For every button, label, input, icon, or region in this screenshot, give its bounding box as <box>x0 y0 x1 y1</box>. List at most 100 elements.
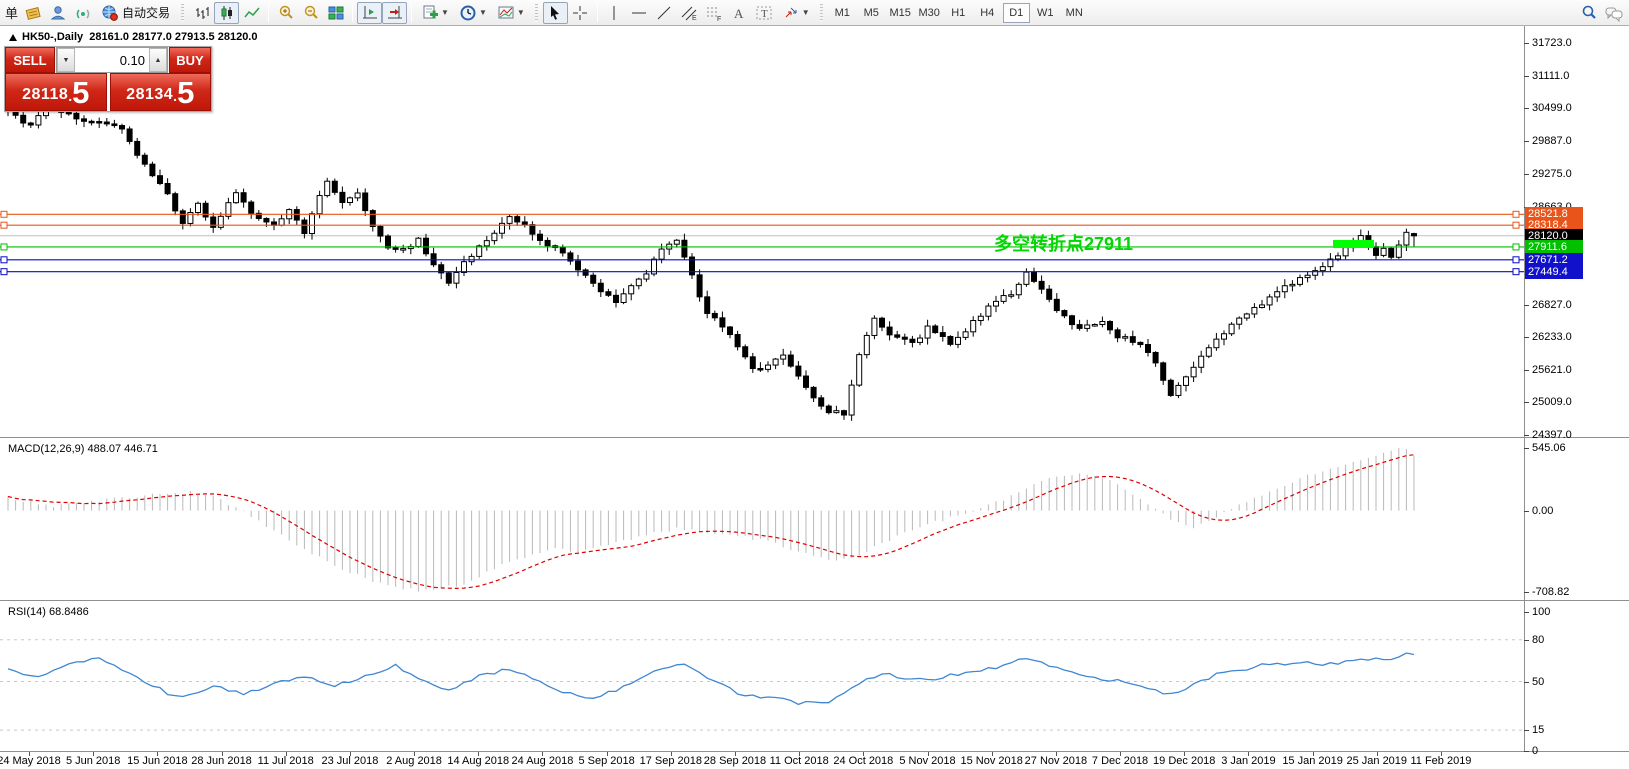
macd-axis-tick <box>1524 592 1529 593</box>
rsi-axis-tick <box>1524 612 1529 613</box>
equidistant-channel-tool-button[interactable]: E <box>677 2 702 24</box>
order-menu-label[interactable]: 单 <box>3 3 20 22</box>
timeframe-button-m1[interactable]: M1 <box>829 3 856 23</box>
timeframe-button-m15[interactable]: M15 <box>887 3 914 23</box>
timeframe-button-h4[interactable]: H4 <box>974 3 1001 23</box>
price-axis-label: 25621.0 <box>1532 363 1572 376</box>
price-axis-label: 31723.0 <box>1532 37 1572 49</box>
macd-axis-label: 0.00 <box>1532 504 1554 517</box>
price-axis-label: 26827.0 <box>1532 298 1572 311</box>
date-axis-label: 5 Jun 2018 <box>65 755 121 767</box>
price-axis-tick <box>1524 369 1529 371</box>
macd-axis-label: 545.06 <box>1532 442 1566 454</box>
pane-separator <box>0 751 1629 752</box>
vertical-line-tool-button[interactable] <box>602 2 627 24</box>
search-icon[interactable] <box>1576 2 1601 24</box>
text-tool-button[interactable]: A <box>727 2 752 24</box>
date-axis-label: 3 Jan 2019 <box>1221 755 1276 767</box>
autotrading-button[interactable]: 自动交易 <box>95 2 176 24</box>
rsi-axis-label: 15 <box>1532 724 1545 737</box>
cursor-tool-button[interactable] <box>542 1 568 24</box>
periods-button[interactable]: ▼ <box>454 2 492 24</box>
crosshair-tool-button[interactable] <box>568 2 593 24</box>
rsi-axis-tick <box>1524 730 1529 732</box>
notebook-icon[interactable] <box>20 2 45 24</box>
date-axis-label: 5 Nov 2018 <box>899 755 956 767</box>
rsi-axis-label: 100 <box>1532 606 1551 618</box>
chart-shift-button[interactable] <box>357 1 383 24</box>
volume-input[interactable] <box>75 48 149 72</box>
macd-indicator-canvas[interactable] <box>0 438 1524 601</box>
price-axis-separator <box>1524 26 1525 752</box>
volume-stepper: ▼ ▲ <box>56 47 168 73</box>
rsi-axis-label: 80 <box>1532 633 1545 646</box>
price-axis-label: 24397.0 <box>1532 429 1572 441</box>
chat-icon[interactable] <box>1601 2 1626 24</box>
price-chart-canvas[interactable]: 多空转折点27911 <box>0 26 1524 438</box>
price-axis-label: 26233.0 <box>1532 330 1572 343</box>
sell-price-fraction: 5 <box>72 75 90 110</box>
macd-axis-label: -708.82 <box>1532 586 1570 598</box>
bar-chart-type-button[interactable] <box>189 2 214 24</box>
date-axis-label: 5 Sep 2018 <box>578 755 635 767</box>
chevron-down-icon: ▼ <box>441 8 449 17</box>
date-axis-label: 14 Aug 2018 <box>447 755 510 767</box>
fibonacci-tool-button[interactable]: F <box>702 2 727 24</box>
chart-title: HK50-,Daily 28161.0 28177.0 27913.5 2812… <box>22 31 257 43</box>
horizontal-line-tool-button[interactable] <box>627 2 652 24</box>
date-axis-label: 7 Dec 2018 <box>1091 755 1149 767</box>
signal-icon[interactable] <box>70 2 95 24</box>
annotation-text[interactable]: 多空转折点27911 <box>994 233 1133 254</box>
auto-scroll-button[interactable] <box>382 1 408 24</box>
price-axis-label: 31111.0 <box>1532 69 1570 82</box>
buy-button[interactable]: BUY <box>169 47 211 73</box>
svg-text:A: A <box>734 6 744 21</box>
timeframe-button-w1[interactable]: W1 <box>1032 3 1059 23</box>
text-label-tool-button[interactable]: T <box>752 2 777 24</box>
timeframe-button-m5[interactable]: M5 <box>858 3 885 23</box>
indicators-button[interactable]: ▼ <box>492 2 530 24</box>
volume-decrease-button[interactable]: ▼ <box>57 48 75 72</box>
price-axis-tick <box>1524 173 1529 175</box>
volume-increase-button[interactable]: ▲ <box>149 48 167 72</box>
sell-price-quote[interactable]: 28118 . 5 <box>5 73 107 111</box>
timeframe-button-mn[interactable]: MN <box>1061 3 1088 23</box>
timeframe-button-h1[interactable]: H1 <box>945 3 972 23</box>
timeframe-button-d1[interactable]: D1 <box>1002 2 1030 23</box>
sell-price-main: 28118 <box>22 86 69 103</box>
date-axis-label: 19 Dec 2018 <box>1153 755 1216 767</box>
date-axis-label: 15 Jan 2019 <box>1282 755 1343 767</box>
rsi-axis-tick <box>1524 639 1529 641</box>
date-axis-label: 28 Jun 2018 <box>191 755 252 767</box>
tile-windows-icon[interactable] <box>323 2 348 24</box>
profile-icon[interactable] <box>45 2 70 24</box>
rsi-axis-tick <box>1524 681 1529 683</box>
rsi-indicator-canvas[interactable] <box>0 601 1524 752</box>
arrows-tool-button[interactable]: ▼ <box>777 2 815 24</box>
svg-text:E: E <box>692 15 697 22</box>
trendline-tool-button[interactable] <box>652 2 677 24</box>
price-axis-tick <box>1524 402 1529 404</box>
globe-icon <box>102 5 118 21</box>
chevron-down-icon: ▼ <box>478 8 487 17</box>
timeframe-button-m30[interactable]: M30 <box>916 3 943 23</box>
zoom-out-icon[interactable] <box>298 2 323 24</box>
buy-price-quote[interactable]: 28134 . 5 <box>109 73 211 111</box>
date-axis-label: 27 Nov 2018 <box>1024 755 1088 767</box>
pane-separator[interactable] <box>0 437 1629 438</box>
pane-separator[interactable] <box>0 600 1629 601</box>
zoom-in-icon[interactable] <box>273 2 298 24</box>
ohlc-values: 28161.0 28177.0 27913.5 28120.0 <box>89 31 258 43</box>
sell-button[interactable]: SELL <box>5 47 55 73</box>
collapse-trade-panel-icon[interactable] <box>9 34 17 41</box>
price-axis-label: 25009.0 <box>1532 396 1572 409</box>
price-axis-tick <box>1524 435 1529 436</box>
price-axis-tick <box>1524 43 1529 44</box>
mt4-trading-terminal: { "toolbar": { "order_label": "单", "auto… <box>0 0 1629 769</box>
candlestick-chart-type-button[interactable] <box>214 1 240 24</box>
line-chart-type-button[interactable] <box>239 2 264 24</box>
price-axis-tick <box>1524 108 1529 110</box>
main-toolbar: 单 自动交易 ▼ ▼ ▼ E F A T ▼ M1 M5 M15 M30 H1 … <box>0 0 1629 26</box>
new-chart-button[interactable]: ▼ <box>416 2 454 24</box>
macd-axis-tick <box>1524 448 1529 449</box>
